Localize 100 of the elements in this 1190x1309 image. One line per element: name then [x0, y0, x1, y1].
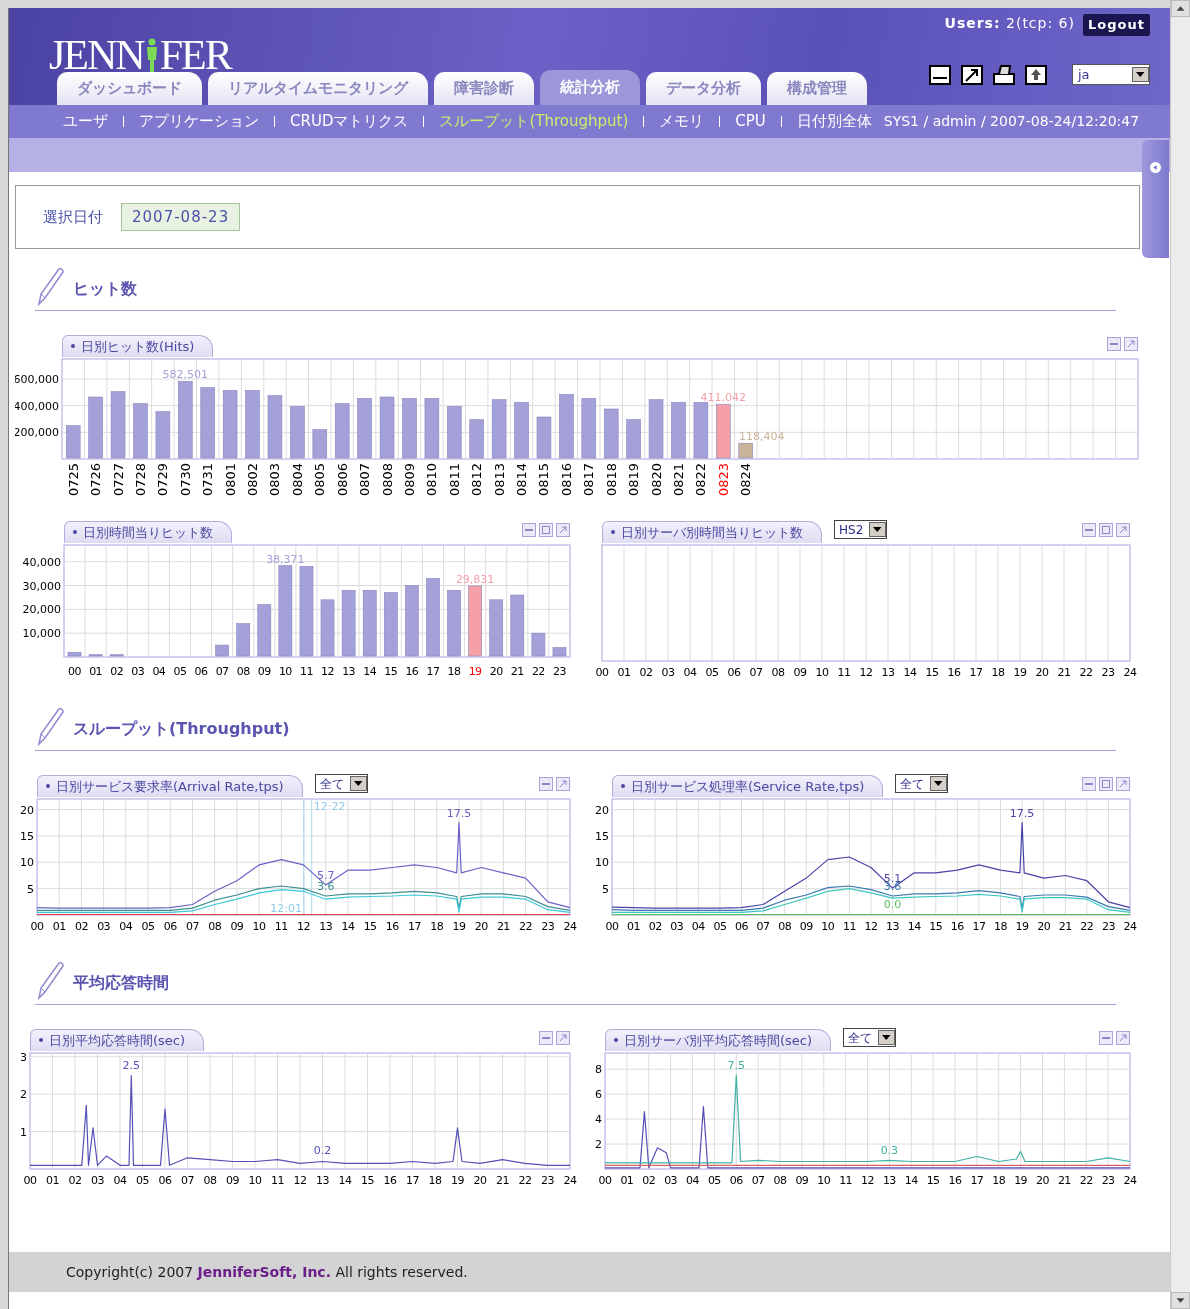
axis-label: 14: [903, 666, 917, 679]
axis-label: 19: [452, 920, 466, 933]
filter-select[interactable]: 全て: [843, 1028, 897, 1047]
axis-label: 12: [297, 920, 310, 933]
axis-label: 00: [30, 920, 44, 933]
nav-tab[interactable]: 障害診断: [434, 72, 534, 105]
axis-label: 15: [384, 665, 398, 678]
subnav-link[interactable]: 日付別全体: [786, 110, 882, 133]
section-title: 平均応答時間: [73, 971, 169, 994]
axis-label: 0803: [267, 463, 283, 497]
axis-label: 12: [859, 666, 873, 679]
window-icon[interactable]: [927, 63, 953, 87]
nav-tab[interactable]: データ分析: [646, 72, 761, 105]
section-title: スループット(Throughput): [73, 717, 290, 740]
restore-button[interactable]: [539, 523, 553, 537]
axis-label: 0811: [446, 463, 462, 497]
minimize-button[interactable]: [539, 1031, 553, 1045]
axis-label: 24: [1123, 920, 1137, 933]
axis-label: 09: [226, 1174, 239, 1187]
axis-label: 15: [929, 920, 943, 933]
printer-icon[interactable]: [991, 63, 1017, 87]
axis-label: 1: [20, 1125, 27, 1139]
caret-icon: [878, 1030, 896, 1045]
filter-select[interactable]: 全て: [895, 774, 949, 793]
axis-label: 24: [563, 1174, 577, 1187]
minimize-button[interactable]: [1099, 1031, 1113, 1045]
axis-label: 10: [252, 920, 266, 933]
filter-select[interactable]: HS2: [834, 520, 888, 539]
bar: [110, 391, 126, 459]
axis-label: 0804: [289, 463, 305, 497]
minimize-button[interactable]: [1082, 523, 1096, 537]
bar: [531, 632, 546, 657]
data-label: 17.5: [1009, 806, 1035, 820]
side-panel-tab[interactable]: [1142, 140, 1169, 258]
axis-label: 21: [1058, 920, 1072, 933]
axis-label: 18: [447, 665, 461, 678]
axis-label: 0815: [536, 463, 552, 497]
maximize-button[interactable]: [1116, 777, 1130, 791]
axis-label: 20,000: [22, 603, 61, 617]
bar: [357, 398, 372, 459]
axis-label: 0802: [245, 463, 261, 497]
bar: [200, 387, 215, 459]
axis-label: 17: [970, 1174, 984, 1187]
axis-label: 10: [278, 665, 292, 678]
scroll-up-icon[interactable]: [1171, 0, 1190, 17]
bar: [716, 403, 731, 459]
subnav-link[interactable]: スループット(Throughput): [429, 110, 639, 133]
nav-tab[interactable]: 構成管理: [767, 72, 867, 105]
bar: [447, 406, 462, 459]
axis-label: 20: [595, 803, 609, 817]
subnav-link[interactable]: CRUDマトリクス: [280, 110, 419, 133]
maximize-button[interactable]: [1116, 523, 1130, 537]
subnav-link[interactable]: CPU: [725, 110, 776, 133]
data-label: 7.5: [727, 1059, 745, 1073]
cursor-label: 12:22: [313, 800, 346, 813]
panel-title: 日別時間当りヒット数: [83, 523, 213, 542]
nav-tab[interactable]: 統計分析: [540, 70, 640, 105]
bar: [320, 599, 335, 657]
scroll-down-icon[interactable]: [1171, 1292, 1190, 1309]
bar: [424, 398, 440, 459]
axis-label: 20: [489, 665, 503, 678]
maximize-button[interactable]: [556, 777, 570, 791]
axis-label: 03: [91, 1174, 104, 1187]
axis-label: 21: [496, 920, 510, 933]
axis-label: 20: [473, 1174, 487, 1187]
axis-label: 00: [23, 1174, 37, 1187]
minimize-button[interactable]: [1082, 777, 1096, 791]
axis-label: 3: [20, 1051, 27, 1064]
bar: [267, 395, 283, 459]
axis-label: 17: [426, 665, 440, 678]
maximize-button[interactable]: [556, 1031, 570, 1045]
upload-icon[interactable]: [1023, 63, 1049, 87]
date-field[interactable]: 2007-08-23: [121, 202, 241, 232]
subnav-link[interactable]: アプリケーション: [129, 110, 269, 133]
language-select[interactable]: ja: [1072, 64, 1150, 85]
subnav-link[interactable]: ユーザ: [53, 110, 118, 133]
maximize-button[interactable]: [1116, 1031, 1130, 1045]
cursor-label: 12:01: [270, 902, 302, 915]
logout-button[interactable]: Logout: [1083, 14, 1150, 36]
restore-button[interactable]: [1099, 777, 1113, 791]
maximize-button[interactable]: [1124, 337, 1138, 351]
axis-label: 8: [595, 1063, 602, 1077]
minimize-button[interactable]: [539, 777, 553, 791]
nav-tab[interactable]: リアルタイムモニタリング: [208, 72, 428, 105]
axis-label: 0801: [222, 463, 238, 497]
nav-tab[interactable]: ダッシュボード: [57, 72, 202, 105]
axis-label: 10: [817, 1174, 831, 1187]
restore-button[interactable]: [1099, 523, 1113, 537]
axis-label: 02: [68, 1174, 82, 1187]
filter-select[interactable]: 全て: [314, 774, 368, 793]
bar: [215, 644, 229, 657]
axis-label: 19: [468, 665, 482, 678]
subnav-link[interactable]: メモリ: [649, 110, 715, 133]
axis-label: 14: [363, 665, 377, 678]
copyright-text: Copyright(c) 2007 JenniferSoft, Inc. All rights reserved.: [66, 1262, 468, 1282]
axis-label: 04: [113, 1174, 127, 1187]
minimize-button[interactable]: [522, 523, 536, 537]
minimize-button[interactable]: [1107, 337, 1121, 351]
maximize-button[interactable]: [556, 523, 570, 537]
axis-label: 14: [341, 920, 355, 933]
